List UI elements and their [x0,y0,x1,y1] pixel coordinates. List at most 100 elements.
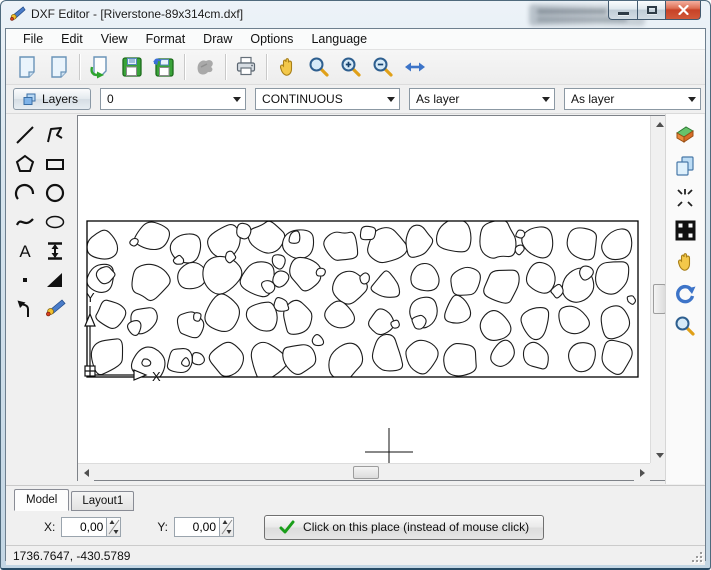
polygon-icon [14,153,36,175]
point-tool-button[interactable] [10,265,40,294]
toolbar-separator [266,54,267,80]
paint-brush-icon [44,298,66,320]
stone-pattern [87,219,636,381]
close-button[interactable] [666,1,701,20]
draw-palette: A [10,120,70,323]
eraser-tool-button[interactable] [673,122,697,146]
zoom-button[interactable] [303,52,335,82]
undo-arrow-tool-button[interactable] [10,294,40,323]
click-place-button[interactable]: Click on this place (instead of mouse cl… [264,515,544,540]
tab-layout1[interactable]: Layout1 [71,491,134,511]
hand-tool-button[interactable] [673,250,697,274]
chevron-down-icon [387,97,395,102]
status-bar: 1736.7647, -430.5789 [6,545,705,565]
linetype-select[interactable]: CONTINUOUS [255,88,400,110]
solid-fill-tool-button[interactable] [40,265,70,294]
text-tool-button[interactable]: A [10,236,40,265]
toolbar-separator [79,54,80,80]
svg-text:X: X [152,369,161,384]
menu-file[interactable]: File [14,30,52,48]
layer-select[interactable]: 0 [100,88,246,110]
close-icon [678,5,689,15]
menu-edit[interactable]: Edit [52,30,92,48]
window-title: DXF Editor - [Riverstone-89x314cm.dxf] [31,7,243,21]
cursor-coordinates: 1736.7647, -430.5789 [13,549,130,563]
text-icon: A [14,240,36,262]
color-select[interactable]: As layer [409,88,555,110]
new-file-button[interactable] [11,52,43,82]
modify-palette [665,114,704,484]
workspace: A [6,114,705,485]
zoom-in-icon [339,55,363,79]
pan-hand-icon [275,55,299,79]
resize-grip[interactable] [690,550,702,562]
menu-draw[interactable]: Draw [194,30,241,48]
paint-brush-tool-button[interactable] [40,294,70,323]
app-window: DXF Editor - [Riverstone-89x314cm.dxf] F… [0,0,711,570]
drawing-canvas[interactable]: YX [78,116,650,463]
rectangle-tool-button[interactable] [40,149,70,178]
menu-view[interactable]: View [92,30,137,48]
maximize-button[interactable] [637,1,666,20]
hand-icon [673,250,697,274]
scroll-right-button[interactable] [634,464,650,481]
zoom-out-button[interactable] [367,52,399,82]
menu-options[interactable]: Options [241,30,302,48]
save-as-file-button[interactable] [148,52,180,82]
pan-button[interactable] [271,52,303,82]
title-bar[interactable]: DXF Editor - [Riverstone-89x314cm.dxf] [1,1,710,28]
rotate-tool-button[interactable] [673,282,697,306]
window-controls [608,1,701,20]
polygon-tool-button[interactable] [10,149,40,178]
layers-button[interactable]: Layers [13,88,91,110]
arc-tool-button[interactable] [10,178,40,207]
blocks-tool-button[interactable] [673,218,697,242]
horizontal-scrollbar-thumb[interactable] [353,466,379,479]
y-coordinate-input[interactable] [174,517,220,537]
app-brush-icon [9,6,26,23]
save-file-button[interactable] [116,52,148,82]
minimize-button[interactable] [608,1,637,20]
new-file-alt-button[interactable] [43,52,75,82]
layout-tabs: Model Layout1 [14,489,136,511]
zoom-extents-button[interactable] [399,52,431,82]
explode-tool-button[interactable] [673,186,697,210]
arrow-down-icon [656,453,664,458]
zoom-tool-button[interactable] [673,314,697,338]
text-height-tool-button[interactable] [40,236,70,265]
x-coordinate-stepper[interactable] [107,517,121,537]
menu-format[interactable]: Format [137,30,195,48]
menu-language[interactable]: Language [302,30,376,48]
stamp-disabled-button[interactable] [189,52,221,82]
main-toolbar [6,50,705,85]
new-file-alt-icon [47,55,71,79]
zoom-out-icon [371,55,395,79]
x-coordinate-input[interactable] [61,517,107,537]
zoom-icon [307,55,331,79]
y-coordinate-stepper[interactable] [220,517,234,537]
tab-model[interactable]: Model [14,489,69,511]
arrow-up-icon [656,122,664,127]
layers-button-label: Layers [42,92,78,106]
spline-tool-button[interactable] [10,207,40,236]
click-place-button-label: Click on this place (instead of mouse cl… [303,520,529,534]
x-coordinate-label: X: [44,520,55,534]
green-check-icon [279,520,295,534]
open-file-button[interactable] [84,52,116,82]
line-tool-button[interactable] [10,120,40,149]
toolbar-separator [184,54,185,80]
circle-tool-button[interactable] [40,178,70,207]
open-file-icon [88,55,112,79]
zoom-in-button[interactable] [335,52,367,82]
ellipse-tool-button[interactable] [40,207,70,236]
copy-tool-button[interactable] [673,154,697,178]
arrow-right-icon [640,469,645,477]
lineweight-select[interactable]: As layer [564,88,701,110]
print-button[interactable] [230,52,262,82]
scroll-left-button[interactable] [78,464,94,481]
new-file-icon [15,55,39,79]
bottom-panel: Model Layout1 X: Y: [6,485,705,545]
horizontal-scrollbar[interactable] [78,463,650,480]
chevron-down-icon [688,97,696,102]
polyline-tool-button[interactable] [40,120,70,149]
